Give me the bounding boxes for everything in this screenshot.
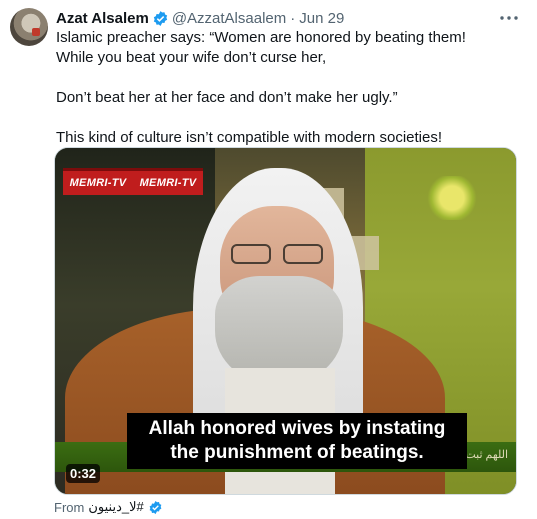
tweet-date[interactable]: Jun 29 [299, 10, 344, 27]
channel-logo [426, 176, 478, 220]
video-duration: 0:32 [66, 464, 101, 483]
verified-badge-icon [148, 500, 163, 515]
video-player[interactable]: MEMRI-TV MEMRI-TV اللهم ثبت القلعات واد … [54, 147, 517, 495]
author-handle[interactable]: @AzzatAlsaalem [172, 10, 286, 27]
tweet-text-line: This kind of culture isn’t compatible wi… [56, 129, 443, 146]
video-subtitle: Allah honored wives by instating the pun… [127, 413, 467, 469]
separator-dot: · [290, 9, 296, 27]
more-options-icon[interactable] [499, 10, 519, 26]
avatar-detail [32, 28, 40, 36]
tweet-header: Azat Alsalem @AzzatAlsaalem · Jun 29 [56, 8, 344, 28]
memri-watermark: MEMRI-TV MEMRI-TV [63, 168, 203, 195]
verified-badge-icon [152, 10, 169, 27]
watermark-text: MEMRI-TV [139, 177, 197, 189]
watermark-text: MEMRI-TV [69, 177, 127, 189]
speaker-glasses [227, 244, 327, 266]
author-avatar[interactable] [10, 8, 48, 46]
tweet-text-line: Islamic preacher says: “Women are honore… [56, 29, 466, 46]
from-label: From [54, 499, 85, 515]
subtitle-line: the punishment of beatings. [170, 442, 424, 463]
source-account-link[interactable]: لا_دينيون# [88, 499, 143, 515]
subtitle-line: Allah honored wives by instating [148, 418, 446, 439]
tweet-text-line: While you beat your wife don’t curse her… [56, 49, 327, 66]
author-display-name[interactable]: Azat Alsalem [56, 10, 149, 27]
tweet-text: Islamic preacher says: “Women are honore… [56, 28, 526, 148]
tweet-text-line: Don’t beat her at her face and don’t mak… [56, 89, 398, 106]
video-source: From لا_دينيون# [54, 499, 166, 515]
